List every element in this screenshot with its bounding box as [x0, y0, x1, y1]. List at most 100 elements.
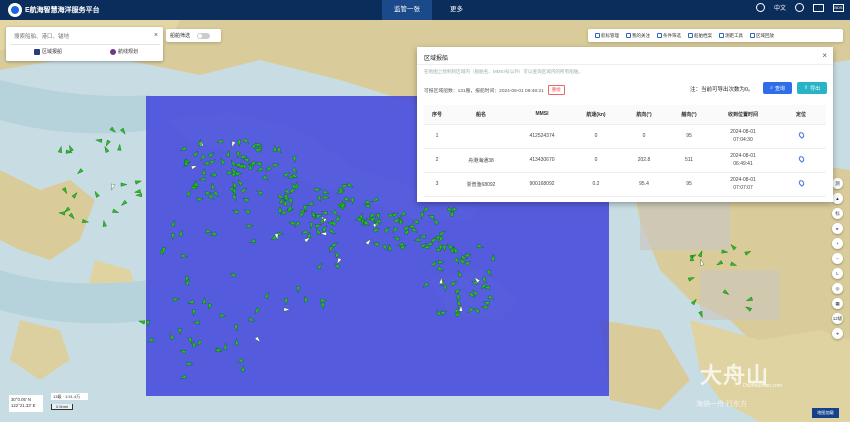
- toolbar-item-measure[interactable]: 测距工具: [719, 33, 743, 39]
- triangle-tool-button[interactable]: ▲: [832, 193, 843, 204]
- cell-mmsi: 413430670: [512, 148, 572, 173]
- col-header: 艏向(°): [668, 105, 710, 125]
- watermark-domain: Dozhoushan.com: [743, 383, 782, 389]
- cell-name: [450, 124, 512, 149]
- mark-tool-button[interactable]: 标: [832, 208, 843, 219]
- cell-locate[interactable]: [776, 148, 826, 173]
- cell-speed: 0: [572, 148, 620, 173]
- cell-date-text: 2024-08-01: [730, 153, 756, 159]
- toolbar-item-navaids[interactable]: 航标管理: [595, 33, 619, 39]
- map-loading-label: 地图加载: [812, 408, 839, 418]
- cell-locate[interactable]: [776, 172, 826, 197]
- top-bar: E航海智慧海洋服务平台 监管一张图 更多 中文 BDS: [0, 0, 850, 33]
- zoom-in-button[interactable]: +: [832, 238, 843, 249]
- cell-no: 1: [424, 124, 450, 149]
- table-row[interactable]: 3 浙普渔68092 900168092 0.2 95.4 95 2024-08…: [424, 172, 826, 197]
- toolbar-item-filter[interactable]: 条件筛选: [657, 33, 681, 39]
- watermark-slogan: 海纳一舟 行东方: [696, 401, 747, 408]
- cell-speed: 0.2: [572, 172, 620, 197]
- locate-button[interactable]: ◎: [832, 283, 843, 294]
- longitude-text: 122°21.33' E: [11, 403, 36, 408]
- logout-icon[interactable]: [813, 3, 824, 12]
- grid-button[interactable]: ▦: [832, 298, 843, 309]
- scale-bar: 0.5nmi: [51, 404, 73, 410]
- col-header: 船名: [450, 105, 512, 125]
- user-icon[interactable]: [795, 3, 804, 12]
- col-header: 定位: [776, 105, 826, 125]
- cell-time: 2024-08-01 07:07:07: [710, 172, 776, 197]
- area-report-button[interactable]: 区域报船: [34, 48, 62, 55]
- play-tool-button[interactable]: ▸: [832, 223, 843, 234]
- cell-name: 浙普渔68092: [450, 172, 512, 197]
- ship-filter[interactable]: 船舶筛选: [166, 29, 221, 42]
- cell-no: 2: [424, 148, 450, 173]
- language-switch[interactable]: 中文: [774, 3, 786, 12]
- app-title: E航海智慧海洋服务平台: [25, 7, 100, 14]
- scale-level: 13级 · 1:51.4万: [51, 393, 88, 400]
- table-row[interactable]: 2 舟港海通38 413430670 0 202.8 511 2024-08-0…: [424, 148, 826, 173]
- table-row[interactable]: 1 412524374 0 0 95 2024-08-01 07:04:30: [424, 124, 826, 149]
- dialog-hint: 在地图上绘制的区域内（船舶名、MMSI号以外）可以查询区域内的所有船舶。: [424, 69, 583, 74]
- search-icon: ⌕: [770, 85, 773, 91]
- col-header: MMSI: [512, 105, 572, 125]
- search-panel: × 区域报船 航线规划: [6, 27, 163, 61]
- query-button[interactable]: ⌕ 查询: [763, 82, 792, 94]
- crosshair-button[interactable]: ⌖: [832, 328, 843, 339]
- layer-button[interactable]: L: [832, 268, 843, 279]
- toolbar-label: 测距工具: [725, 32, 743, 38]
- cell-heading: 95: [668, 124, 710, 149]
- route-plan-button[interactable]: 航线规划: [110, 48, 138, 55]
- ruler-icon: [719, 33, 724, 38]
- archive-icon: [688, 33, 693, 38]
- cell-name: 舟港海通38: [450, 148, 512, 173]
- dialog-info: 可报区域船数：131艘，报船时间：2024-08-01 09:48:21 重绘: [424, 85, 565, 95]
- route-plan-label: 航线规划: [118, 49, 139, 55]
- cell-time-text: 06:49:41: [733, 161, 753, 167]
- area-report-dialog: 区域报船 × 在地图上绘制的区域内（船舶名、MMSI号以外）可以查询区域内的所有…: [417, 47, 833, 202]
- toolbar-item-replay[interactable]: 区域回放: [750, 33, 774, 39]
- star-icon: [626, 33, 631, 38]
- locate-pin-icon[interactable]: [797, 131, 805, 139]
- dialog-info-text: 可报区域船数：131艘，报船时间：2024-08-01 09:48:21: [424, 88, 544, 94]
- cell-date-text: 2024-08-01: [730, 129, 756, 135]
- cell-time: 2024-08-01 07:04:30: [710, 124, 776, 149]
- col-header: 航向(°): [620, 105, 668, 125]
- col-header: 序号: [424, 105, 450, 125]
- redraw-button[interactable]: 重绘: [547, 85, 565, 95]
- tab-more[interactable]: 更多: [440, 0, 473, 20]
- cell-course: 0: [620, 124, 668, 149]
- toolbar-label: 航标管理: [601, 32, 619, 38]
- tab-supervision-map[interactable]: 监管一张图: [382, 0, 432, 33]
- export-label: 导出: [810, 85, 821, 92]
- cell-mmsi: 900168092: [512, 172, 572, 197]
- route-icon: [110, 48, 116, 55]
- toolbar-item-follow[interactable]: 我的关注: [626, 33, 650, 39]
- divider: [417, 64, 833, 65]
- measure-tool-button[interactable]: 测: [832, 178, 843, 189]
- export-icon: ⇪: [803, 85, 809, 91]
- col-header: 航速(kn): [572, 105, 620, 125]
- ship-filter-label: 船舶筛选: [170, 33, 191, 39]
- toolbar-label: 区域回放: [756, 32, 774, 38]
- cell-course: 95.4: [620, 172, 668, 197]
- dialog-close-icon[interactable]: ×: [822, 51, 827, 60]
- map-toolbar: 航标管理 我的关注 条件筛选 船舶档案 测距工具 区域回放: [588, 29, 843, 42]
- ship-filter-toggle[interactable]: [197, 32, 211, 39]
- export-button[interactable]: ⇪ 导出: [797, 82, 827, 94]
- zoom-out-button[interactable]: −: [832, 253, 843, 264]
- buoy-icon: [595, 33, 600, 38]
- filter-icon: [657, 33, 662, 38]
- col-header: 收到位置时间: [710, 105, 776, 125]
- locate-pin-icon[interactable]: [797, 155, 805, 163]
- bds-icon[interactable]: BDS: [833, 3, 844, 12]
- zoom-level-indicator: 12级: [832, 313, 843, 324]
- toolbar-label: 船舶档案: [694, 32, 712, 38]
- cell-locate[interactable]: [776, 124, 826, 149]
- globe-icon[interactable]: [755, 3, 765, 12]
- cell-date-text: 2024-08-01: [730, 177, 756, 183]
- toolbar-item-archive[interactable]: 船舶档案: [688, 33, 712, 39]
- search-input[interactable]: [10, 30, 160, 45]
- coordinate-readout: 30°0.05' N 122°21.33' E: [9, 395, 43, 412]
- locate-pin-icon[interactable]: [797, 179, 805, 187]
- close-icon[interactable]: ×: [154, 32, 158, 39]
